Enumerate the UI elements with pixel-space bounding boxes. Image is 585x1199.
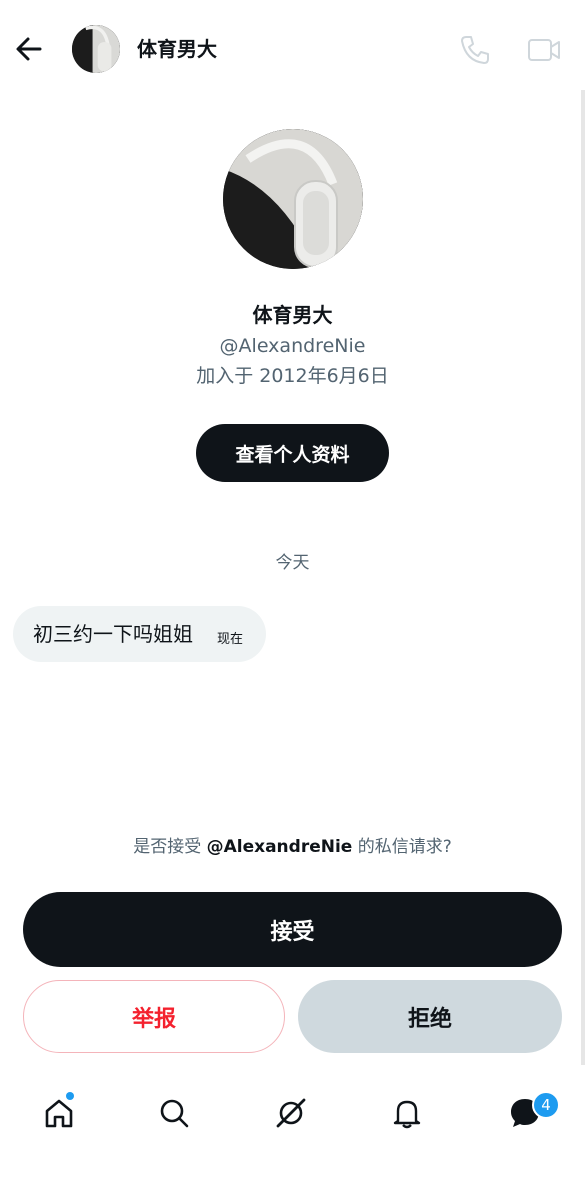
join-date: 加入于 2012年6月6日 [196,365,389,387]
prompt-handle: @AlexandreNie [206,837,353,857]
nav-search[interactable] [151,1090,197,1136]
reject-button[interactable]: 拒绝 [298,980,562,1053]
video-call-button[interactable] [525,33,563,67]
view-profile-button[interactable]: 查看个人资料 [196,424,389,482]
top-bar: 体育男大 [0,0,585,98]
headphones-photo [72,25,120,73]
grok-icon [276,1098,306,1128]
home-icon [45,1099,73,1128]
back-button[interactable] [10,30,48,68]
video-camera-icon [528,39,560,61]
date-separator: 今天 [275,553,310,573]
conversation-title[interactable]: 体育男大 [137,33,217,65]
prompt-suffix: 的私信请求? [352,837,452,857]
request-prompt: 是否接受 @AlexandreNie 的私信请求? [0,834,585,860]
nav-notifications[interactable] [384,1090,430,1136]
scrollbar[interactable] [581,90,585,1065]
home-notification-dot [66,1092,74,1100]
nav-home[interactable] [36,1090,82,1136]
prompt-prefix: 是否接受 [133,837,207,857]
profile-handle: @AlexandreNie [219,335,366,357]
message-text: 初三约一下吗姐姐 [33,622,193,646]
headphones-photo [223,129,363,269]
message-bubble[interactable]: 初三约一下吗姐姐 现在 [13,606,266,662]
profile-avatar[interactable] [223,129,363,269]
nav-grok[interactable] [268,1090,314,1136]
search-icon [160,1099,189,1128]
arrow-left-icon [16,37,42,61]
messages-badge: 4 [532,1091,560,1119]
call-button[interactable] [458,33,492,67]
report-button[interactable]: 举报 [23,980,285,1053]
header-avatar[interactable] [72,25,120,73]
message-time: 现在 [217,632,244,647]
profile-name: 体育男大 [252,303,333,327]
phone-icon [461,36,489,64]
notifications-bell-icon [393,1100,421,1129]
accept-button[interactable]: 接受 [23,892,562,967]
